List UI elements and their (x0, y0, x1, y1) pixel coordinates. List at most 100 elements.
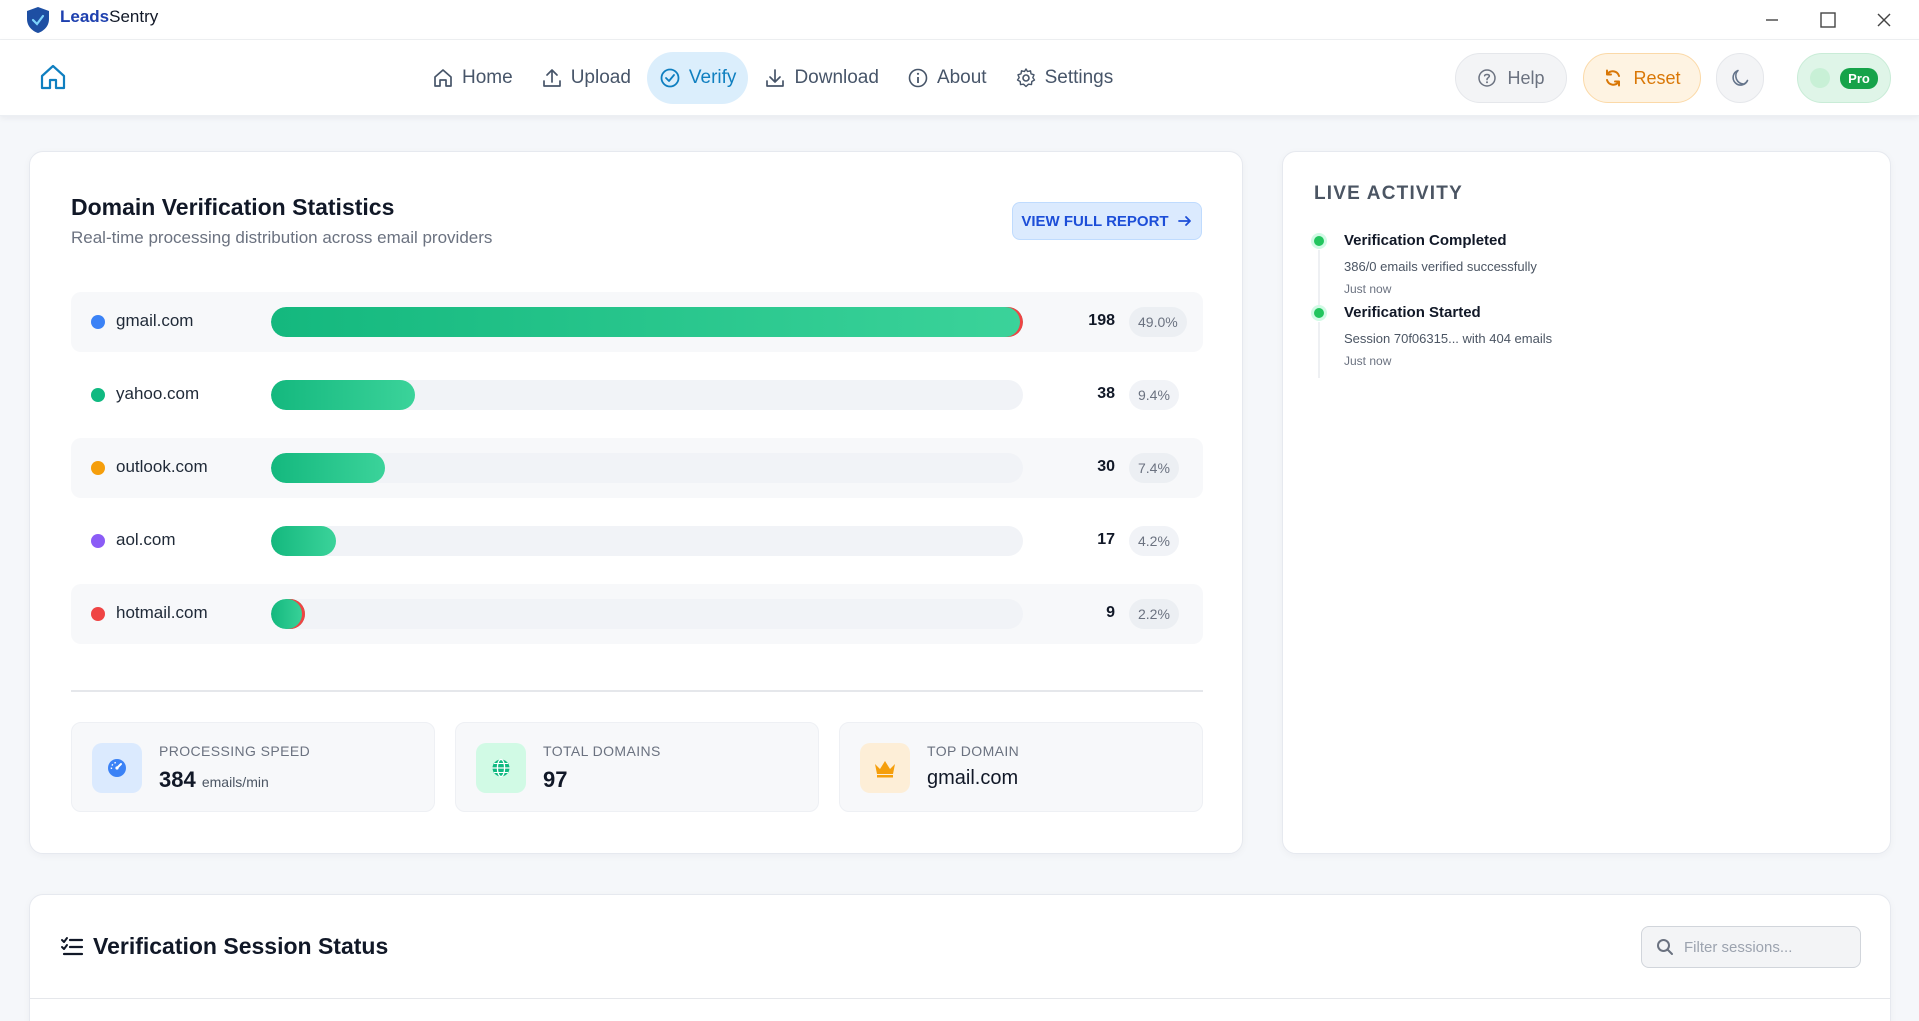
domain-color-dot (91, 388, 105, 402)
reset-button[interactable]: Reset (1583, 53, 1701, 103)
domain-list: gmail.com 198 49.0% yahoo.com 38 9.4% ou… (71, 292, 1203, 657)
home-logo-icon[interactable] (38, 62, 68, 92)
domain-color-dot (91, 461, 105, 475)
nav-verify-label: Verify (688, 67, 737, 88)
domain-color-dot (91, 315, 105, 329)
domain-name: aol.com (116, 530, 176, 549)
domain-row: yahoo.com 38 9.4% (71, 365, 1203, 425)
nav-upload-label: Upload (570, 67, 631, 88)
stats-title: Domain Verification Statistics (71, 194, 395, 220)
nav-download-label: Download (794, 67, 879, 88)
domain-bar-fill (271, 380, 416, 410)
activity-item: Verification Started Session 70f06315...… (1314, 304, 1854, 378)
main-nav: Home Upload Verify Download About Settin… (420, 52, 1125, 104)
domain-count: 38 (1097, 385, 1115, 402)
minimize-icon[interactable] (1752, 4, 1792, 36)
home-icon (434, 69, 452, 87)
domain-count: 9 (1106, 604, 1115, 621)
domain-count: 198 (1088, 312, 1115, 329)
app-header: Home Upload Verify Download About Settin… (0, 40, 1919, 116)
domain-color-dot (91, 607, 105, 621)
refresh-icon (1606, 69, 1621, 87)
domain-percent: 4.2% (1129, 526, 1179, 556)
activity-title: LIVE ACTIVITY (1314, 183, 1463, 204)
arrow-right-icon (1177, 216, 1191, 226)
processing-speed-metric: PROCESSING SPEED 384 emails/min (71, 722, 435, 812)
speed-value-line: 384 emails/min (159, 767, 269, 793)
app-title-part1: Leads (60, 7, 110, 26)
reset-label: Reset (1633, 67, 1681, 88)
domain-row: outlook.com 30 7.4% (71, 438, 1203, 498)
check-circle-icon (660, 68, 680, 88)
domains-value: 97 (543, 767, 568, 792)
domain-stats-card: Domain Verification Statistics Real-time… (29, 151, 1243, 854)
close-icon[interactable] (1864, 4, 1904, 36)
top-domain-label: TOP DOMAIN (927, 743, 1020, 759)
divider (71, 690, 1203, 692)
domain-row: hotmail.com 9 2.2% (71, 584, 1203, 644)
nav-about-label: About (936, 67, 987, 88)
speed-unit: emails/min (201, 774, 269, 790)
activity-heading: Verification Completed (1344, 232, 1507, 249)
globe-icon (476, 743, 526, 793)
nav-upload[interactable]: Upload (529, 52, 643, 104)
domain-percent: 9.4% (1129, 380, 1179, 410)
app-title-part2: Sentry (109, 7, 159, 26)
activity-dot (1314, 308, 1324, 318)
domain-bar-track (271, 599, 1023, 629)
domain-count: 17 (1097, 531, 1115, 548)
activity-detail: 386/0 emails verified successfully (1344, 259, 1537, 274)
filter-sessions-input[interactable] (1684, 938, 1844, 956)
domain-percent: 49.0% (1129, 307, 1187, 337)
theme-toggle-button[interactable] (1716, 53, 1764, 103)
domain-bar-track (271, 453, 1023, 483)
report-button-label: VIEW FULL REPORT (1021, 212, 1169, 230)
filter-sessions-field[interactable] (1641, 926, 1861, 968)
app-title: LeadsSentry (60, 7, 158, 27)
domain-bar-fill (271, 526, 336, 556)
live-activity-card: LIVE ACTIVITY Verification Completed 386… (1282, 151, 1891, 854)
session-title: Verification Session Status (93, 933, 389, 959)
nav-settings[interactable]: Settings (1003, 52, 1126, 104)
activity-heading: Verification Started (1344, 304, 1481, 321)
domain-name: outlook.com (116, 457, 208, 476)
session-header: Verification Session Status (30, 895, 1890, 999)
domain-name: gmail.com (116, 311, 194, 330)
view-full-report-button[interactable]: VIEW FULL REPORT (1012, 202, 1202, 240)
domain-row: aol.com 17 4.2% (71, 511, 1203, 571)
maximize-icon[interactable] (1808, 4, 1848, 36)
pro-status-toggle[interactable]: Pro (1797, 53, 1891, 103)
nav-download[interactable]: Download (752, 52, 891, 104)
speed-value: 384 (159, 767, 196, 792)
domains-label: TOTAL DOMAINS (543, 743, 661, 759)
domain-bar-fill (271, 307, 1023, 337)
activity-dot (1314, 236, 1324, 246)
activity-time: Just now (1344, 354, 1392, 368)
download-icon (766, 69, 785, 87)
timeline-line (1318, 250, 1320, 306)
nav-home[interactable]: Home (420, 52, 525, 104)
help-label: Help (1507, 67, 1545, 88)
activity-time: Just now (1344, 282, 1392, 296)
nav-home-label: Home (462, 67, 513, 88)
top-domain-value: gmail.com (927, 767, 1019, 789)
activity-list: Verification Completed 386/0 emails veri… (1314, 232, 1854, 378)
moon-icon (1732, 69, 1749, 86)
domain-bar-track (271, 526, 1023, 556)
status-dot (1810, 68, 1831, 88)
timeline-line (1318, 322, 1320, 378)
shield-logo-icon (27, 7, 49, 33)
stats-subtitle: Real-time processing distribution across… (71, 228, 493, 247)
domain-bar-fill (271, 453, 386, 483)
domain-name: yahoo.com (116, 384, 200, 403)
nav-verify[interactable]: Verify (646, 52, 749, 104)
nav-about[interactable]: About (895, 52, 999, 104)
activity-item: Verification Completed 386/0 emails veri… (1314, 232, 1854, 306)
nav-settings-label: Settings (1044, 67, 1114, 88)
crown-icon (860, 743, 910, 793)
session-status-card: Verification Session Status (29, 894, 1891, 1021)
help-button[interactable]: Help (1455, 53, 1567, 103)
domain-bar-fill (271, 599, 305, 629)
pro-badge: Pro (1840, 67, 1878, 89)
domain-name: hotmail.com (116, 603, 208, 622)
